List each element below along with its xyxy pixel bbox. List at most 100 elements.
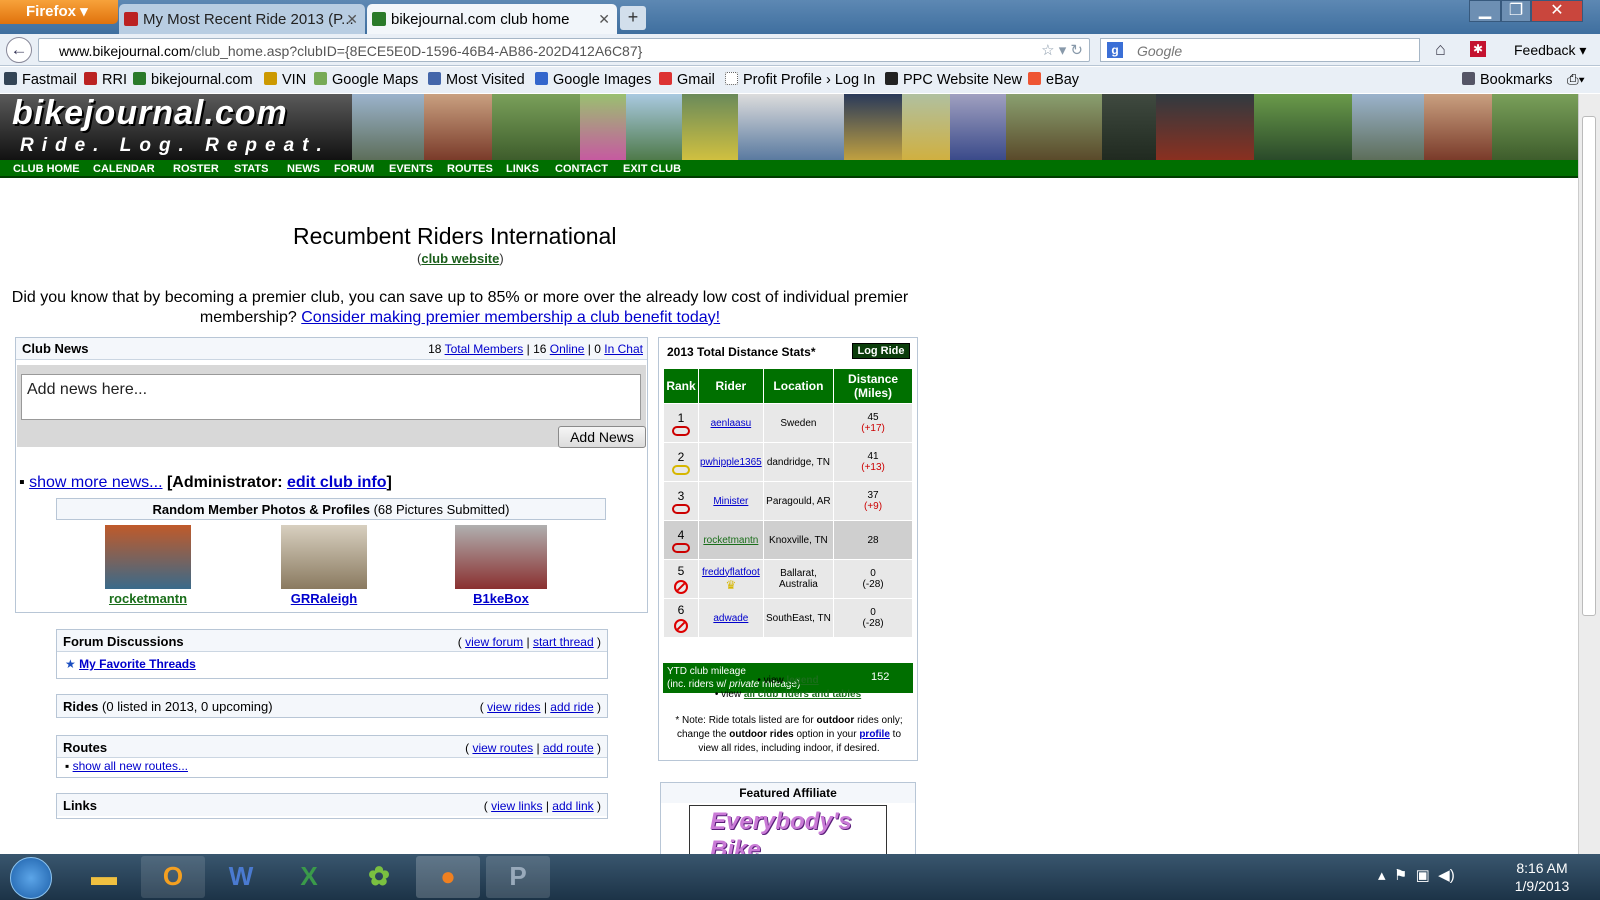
in-chat-link[interactable]: In Chat xyxy=(604,342,643,356)
rider-link[interactable]: Minister xyxy=(713,496,748,507)
rider-link[interactable]: freddyflatfoot xyxy=(702,567,760,578)
show-new-routes-link[interactable]: show all new routes... xyxy=(73,759,188,773)
nav-routes[interactable]: ROUTES xyxy=(447,163,493,175)
legend-link[interactable]: legend xyxy=(786,675,818,686)
app-icon[interactable]: ✿ xyxy=(347,856,411,898)
nav-calendar[interactable]: CALENDAR xyxy=(93,163,155,175)
new-tab-button[interactable]: + xyxy=(620,6,646,30)
forum-panel: Forum Discussions( view forum | start th… xyxy=(56,629,608,679)
bookmark-gmail[interactable]: Gmail xyxy=(659,72,715,88)
excel-icon[interactable]: X xyxy=(277,856,341,898)
close-window-button[interactable]: ✕ xyxy=(1531,0,1583,22)
url-bar[interactable]: www.bikejournal.com/club_home.asp?clubID… xyxy=(38,38,1090,62)
view-forum-link[interactable]: view forum xyxy=(465,635,523,649)
nav-club-home[interactable]: CLUB HOME xyxy=(13,163,80,175)
bookmark-bikejournal[interactable]: bikejournal.com xyxy=(133,72,253,88)
bookmark-rri[interactable]: RRI xyxy=(84,72,127,88)
trophy-icon: ♛ xyxy=(725,577,737,592)
system-tray[interactable]: ▴ ⚑ ▣ ◀) xyxy=(1378,866,1455,884)
rider-link[interactable]: aenlaasu xyxy=(711,418,752,429)
site-logo[interactable]: bikejournal.com Ride. Log. Repeat. xyxy=(0,94,352,160)
scrollbar-thumb[interactable] xyxy=(1582,116,1596,616)
total-members-link[interactable]: Total Members xyxy=(445,342,524,356)
explorer-icon[interactable]: ▬ xyxy=(72,856,136,898)
addon-icon[interactable]: ✱ xyxy=(1470,41,1486,57)
bookmark-fastmail[interactable]: Fastmail xyxy=(4,72,77,88)
bike-icon xyxy=(672,542,690,553)
firefox-icon[interactable]: ● xyxy=(416,856,480,898)
premier-promo-link[interactable]: Consider making premier membership a clu… xyxy=(301,309,720,326)
show-more-news-link[interactable]: show more news... xyxy=(29,474,162,491)
back-button[interactable]: ← xyxy=(6,37,32,63)
bookmark-most-visited[interactable]: Most Visited xyxy=(428,72,525,88)
publisher-icon[interactable]: P xyxy=(486,856,550,898)
nav-forum[interactable]: FORUM xyxy=(334,163,374,175)
bookmark-ebay[interactable]: eBay xyxy=(1028,72,1079,88)
member-photo[interactable] xyxy=(105,525,191,589)
maximize-button[interactable]: ❐ xyxy=(1501,0,1531,22)
browser-tab-club-home[interactable]: bikejournal.com club home ✕ xyxy=(367,4,617,34)
member-name-link[interactable]: GRRaleigh xyxy=(264,591,384,606)
nav-contact[interactable]: CONTACT xyxy=(555,163,608,175)
logo-text: bikejournal.com xyxy=(12,94,288,132)
bookmark-star-icon[interactable]: ☆ ▾ ↻ xyxy=(1041,41,1083,59)
add-news-button[interactable]: Add News xyxy=(558,426,646,448)
all-riders-link[interactable]: all club riders and tables xyxy=(744,689,861,700)
close-tab-icon[interactable]: ✕ xyxy=(346,11,358,28)
club-website: (club website) xyxy=(417,251,504,266)
member-name-link[interactable]: B1keBox xyxy=(441,591,561,606)
view-rides-link[interactable]: view rides xyxy=(487,700,540,714)
mail-icon xyxy=(659,72,672,85)
profile-link[interactable]: profile xyxy=(859,729,890,740)
nav-stats[interactable]: STATS xyxy=(234,163,268,175)
favorite-threads-link[interactable]: My Favorite Threads xyxy=(79,657,196,671)
add-link-link[interactable]: add link xyxy=(552,799,593,813)
rider-link[interactable]: adwade xyxy=(713,613,748,624)
table-row: 3 Minister Paragould, AR 37 (+9) xyxy=(663,481,913,521)
news-textarea[interactable]: Add news here... xyxy=(21,374,641,420)
firefox-menu-button[interactable]: Firefox ▾ xyxy=(0,0,118,24)
col-rank: Rank xyxy=(663,368,699,404)
nav-news[interactable]: NEWS xyxy=(287,163,320,175)
rider-link[interactable]: pwhipple1365 xyxy=(700,457,762,468)
log-ride-button[interactable]: Log Ride xyxy=(852,343,910,359)
taskbar-clock[interactable]: 8:16 AM 1/9/2013 xyxy=(1502,859,1582,895)
banner-photo xyxy=(580,94,626,160)
minimize-button[interactable]: ▁ xyxy=(1469,0,1501,22)
browser-tab-ride[interactable]: My Most Recent Ride 2013 (P... ✕ xyxy=(119,4,365,34)
member-photo[interactable] xyxy=(281,525,367,589)
nav-links[interactable]: LINKS xyxy=(506,163,539,175)
nav-roster[interactable]: ROSTER xyxy=(173,163,219,175)
view-links-link[interactable]: view links xyxy=(491,799,542,813)
search-input[interactable]: g Google xyxy=(1100,38,1420,62)
home-icon[interactable]: ⌂ xyxy=(1435,39,1446,60)
bookmark-profit-profile[interactable]: Profit Profile › Log In xyxy=(725,72,875,88)
start-thread-link[interactable]: start thread xyxy=(533,635,594,649)
start-button[interactable] xyxy=(10,857,52,899)
online-link[interactable]: Online xyxy=(550,342,585,356)
view-routes-link[interactable]: view routes xyxy=(472,741,533,755)
stats-table: Rank Rider Location Distance (Miles) 1 a… xyxy=(663,368,913,638)
add-ride-link[interactable]: add ride xyxy=(550,700,593,714)
bookmark-ppc-website[interactable]: PPC Website New xyxy=(885,72,1022,88)
word-icon[interactable]: W xyxy=(209,856,273,898)
add-route-link[interactable]: add route xyxy=(543,741,594,755)
club-website-link[interactable]: club website xyxy=(421,251,499,266)
bookmarks-menu[interactable]: Bookmarks xyxy=(1462,72,1553,88)
member-photo[interactable] xyxy=(455,525,547,589)
club-title: Recumbent Riders International xyxy=(293,223,617,249)
close-tab-icon[interactable]: ✕ xyxy=(598,11,610,28)
outlook-icon[interactable]: O xyxy=(141,856,205,898)
stats-header: 2013 Total Distance Stats* Log Ride xyxy=(659,338,917,364)
edit-club-info-link[interactable]: edit club info xyxy=(287,474,387,491)
bookmark-google-maps[interactable]: Google Maps xyxy=(314,72,418,88)
affiliate-logo[interactable]: Everybody's Bike xyxy=(689,805,887,855)
bookmark-google-images[interactable]: Google Images xyxy=(535,72,651,88)
member-name-link[interactable]: rocketmantn xyxy=(88,591,208,606)
rider-link[interactable]: rocketmantn xyxy=(703,535,758,546)
print-icon[interactable]: ⎙▾ xyxy=(1567,72,1585,88)
nav-events[interactable]: EVENTS xyxy=(389,163,433,175)
bookmark-vin[interactable]: VIN xyxy=(264,72,306,88)
feedback-button[interactable]: Feedback ▾ xyxy=(1514,42,1586,59)
nav-exit-club[interactable]: EXIT CLUB xyxy=(623,163,681,175)
